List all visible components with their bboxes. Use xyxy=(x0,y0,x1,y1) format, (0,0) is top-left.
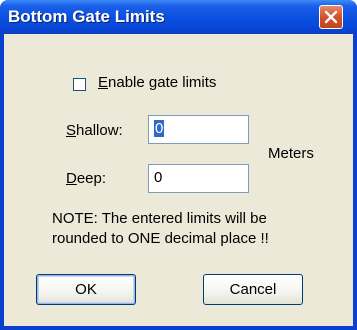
shallow-label: Shallow: xyxy=(66,122,123,139)
shallow-input[interactable]: 0 xyxy=(148,115,249,144)
note-line-2: rounded to ONE decimal place !! xyxy=(52,230,269,247)
deep-label: Deep: xyxy=(66,170,107,187)
enable-gate-limits-checkbox[interactable] xyxy=(73,78,86,91)
dialog-window: Bottom Gate Limits Enable gate limits Sh… xyxy=(0,0,357,330)
close-button[interactable] xyxy=(319,5,343,29)
cancel-button[interactable]: Cancel xyxy=(203,274,303,305)
ok-button[interactable]: OK xyxy=(36,274,136,305)
title-bar[interactable]: Bottom Gate Limits xyxy=(0,0,357,34)
close-icon xyxy=(324,10,338,24)
units-label: Meters xyxy=(268,145,314,162)
note-line-1: NOTE: The entered limits will be xyxy=(52,210,267,227)
dialog-body: Enable gate limits Shallow: 0 Meters Dee… xyxy=(4,34,353,326)
window-title: Bottom Gate Limits xyxy=(8,7,165,26)
enable-gate-limits-label[interactable]: Enable gate limits xyxy=(98,74,216,91)
deep-input[interactable]: 0 xyxy=(148,164,249,193)
